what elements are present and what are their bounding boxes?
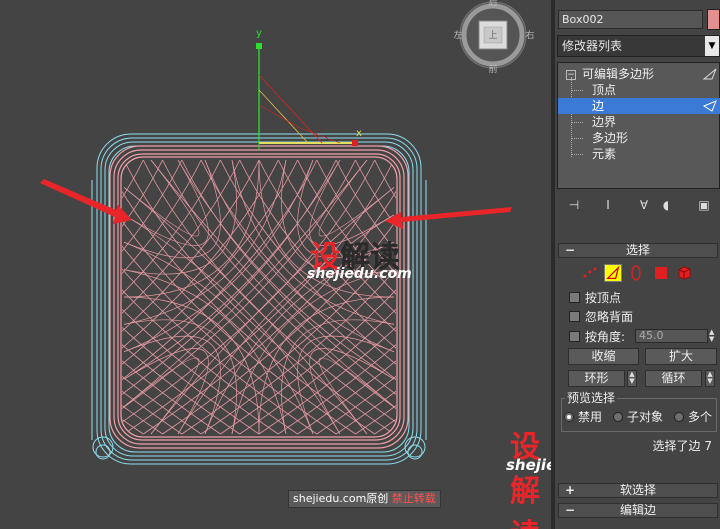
- credit-banner: shejiedu.com原创 禁止转载: [288, 490, 441, 508]
- modifier-list-dropdown[interactable]: 修改器列表 ▼: [557, 35, 720, 57]
- edge-subobject-icon: [703, 68, 717, 80]
- stack-item-label: 元素: [592, 147, 617, 161]
- show-end-result-icon[interactable]: Ⅰ: [599, 196, 617, 214]
- stack-item-vertex[interactable]: 顶点: [558, 82, 720, 98]
- preview-disabled-radio[interactable]: 禁用: [564, 409, 602, 425]
- make-unique-icon[interactable]: ∀: [635, 196, 653, 214]
- grow-button[interactable]: 扩大: [645, 348, 717, 365]
- checkbox-box[interactable]: [569, 311, 580, 322]
- soft-selection-rollout-header[interactable]: + 软选择: [558, 483, 718, 498]
- radio-label: 子对象: [627, 410, 664, 424]
- checkbox-label: 按角度:: [585, 330, 626, 344]
- radio-label: 多个: [688, 410, 713, 424]
- object-color-swatch[interactable]: [707, 9, 720, 30]
- ring-spinner-icon[interactable]: ▲ ▼: [627, 370, 637, 387]
- watermark-logo-bottom: 设解读: [510, 422, 551, 529]
- rollout-title: 选择: [625, 243, 650, 257]
- chevron-down-icon[interactable]: ▼: [705, 36, 719, 56]
- rollout-title: 软选择: [619, 483, 656, 497]
- collapse-icon: −: [565, 243, 576, 257]
- stack-toolbar: ⊣ Ⅰ ∀ ◖ ▣: [557, 196, 720, 216]
- edge-mode-icon[interactable]: [604, 264, 622, 282]
- stack-item-label: 边: [592, 99, 605, 113]
- cyan-cage: [91, 133, 427, 465]
- modify-panel: Box002 修改器列表 ▼ − 可编辑多边形 顶点 边 边界 多边形 元素 ⊣…: [555, 0, 720, 529]
- element-mode-icon[interactable]: [675, 264, 693, 282]
- preview-selection-title: 预览选择: [565, 391, 618, 405]
- radio-label: 禁用: [578, 410, 603, 424]
- rollout-title: 编辑边: [619, 503, 656, 517]
- loop-button[interactable]: 循环: [645, 370, 702, 387]
- viewcube-face-label: 上: [488, 30, 497, 41]
- mesh-wireframe: y x 上 前 右 后 左: [40, 0, 535, 465]
- checkbox-label: 按顶点: [585, 291, 622, 305]
- spinner-arrows-icon[interactable]: ▲ ▼: [709, 329, 717, 343]
- checkbox-box[interactable]: [569, 292, 580, 303]
- modifier-list-label: 修改器列表: [562, 39, 623, 53]
- polygon-mode-icon[interactable]: [652, 264, 670, 282]
- stack-item-edge[interactable]: 边: [558, 98, 720, 114]
- radio-button[interactable]: [613, 412, 623, 422]
- watermark-url-bottom: shejiedu.com: [506, 456, 551, 474]
- ring-button[interactable]: 环形: [568, 370, 625, 387]
- credit-original: 原创: [366, 492, 389, 505]
- by-angle-checkbox[interactable]: 按角度:: [569, 329, 625, 345]
- gizmo-x-label: x: [356, 128, 362, 139]
- expand-icon: +: [565, 483, 576, 497]
- gizmo-y-label: y: [256, 28, 262, 39]
- checkbox-label: 忽略背面: [585, 310, 634, 324]
- selection-status: 选择了边 7: [652, 439, 712, 453]
- stack-item-label: 顶点: [592, 83, 617, 97]
- radio-button[interactable]: [564, 412, 574, 422]
- stack-item-label: 边界: [592, 115, 617, 129]
- credit-forbid: 禁止转载: [391, 492, 436, 505]
- preview-multi-radio[interactable]: 多个: [674, 409, 712, 425]
- collapse-icon: −: [565, 503, 576, 517]
- preview-subobject-radio[interactable]: 子对象: [613, 409, 663, 425]
- edit-edges-rollout-header[interactable]: − 编辑边: [558, 503, 718, 518]
- perspective-viewport[interactable]: y x 上 前 右 后 左 设解读 shejiedu.com 设解读 sheji…: [0, 0, 551, 529]
- stack-item-border[interactable]: 边界: [558, 114, 720, 130]
- ignore-backfacing-checkbox[interactable]: 忽略背面: [569, 309, 633, 325]
- stack-root-editable-poly[interactable]: − 可编辑多边形: [558, 66, 720, 82]
- pin-stack-icon[interactable]: ⊣: [565, 196, 583, 214]
- credit-site: shejiedu.com: [293, 492, 367, 505]
- viewcube-compass-right: 右: [525, 29, 534, 41]
- by-vertex-checkbox[interactable]: 按顶点: [569, 290, 621, 306]
- stack-item-element[interactable]: 元素: [558, 146, 720, 162]
- configure-modifier-sets-icon[interactable]: ▣: [695, 196, 713, 214]
- modifier-stack[interactable]: − 可编辑多边形 顶点 边 边界 多边形 元素: [557, 62, 720, 189]
- checkbox-box[interactable]: [569, 331, 580, 342]
- edge-subobject-icon: [703, 100, 717, 112]
- stack-item-polygon[interactable]: 多边形: [558, 130, 720, 146]
- angle-spinner-field[interactable]: 45.0: [635, 329, 708, 343]
- stack-item-label: 多边形: [592, 131, 629, 145]
- viewcube-compass-back: 后: [488, 0, 497, 8]
- object-name-field[interactable]: Box002: [558, 10, 703, 29]
- remove-modifier-icon[interactable]: ◖: [657, 196, 675, 214]
- vertex-mode-icon[interactable]: [581, 264, 599, 282]
- radio-button[interactable]: [674, 412, 684, 422]
- viewcube-compass-left: 左: [453, 29, 462, 41]
- loop-spinner-icon[interactable]: ▲ ▼: [705, 370, 715, 387]
- selection-rollout-header[interactable]: − 选择: [558, 243, 718, 258]
- shrink-button[interactable]: 收缩: [568, 348, 639, 365]
- watermark-url-center: shejiedu.com: [307, 266, 412, 282]
- pink-borders: [109, 145, 409, 449]
- annotation-arrows: [40, 179, 512, 229]
- collapse-icon[interactable]: −: [566, 70, 576, 80]
- viewcube-compass-front: 前: [488, 63, 497, 75]
- watermark-logo-suffix: 解读: [510, 474, 540, 529]
- stack-root-label: 可编辑多边形: [582, 67, 655, 81]
- border-mode-icon[interactable]: [627, 264, 645, 282]
